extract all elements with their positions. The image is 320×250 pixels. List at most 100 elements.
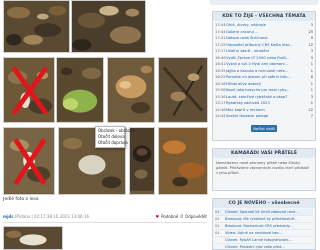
topic-time: 17:29 (215, 42, 226, 47)
news-item[interactable]: 04 Článek: Spornolí ké úrmlí zábavné reví… (215, 209, 313, 216)
news-time: 04 (215, 210, 220, 214)
topic-time: 17:17 (215, 49, 226, 54)
gallery-photo-5[interactable] (107, 57, 155, 123)
post-caption: Jedlé foto z lesa (3, 197, 39, 202)
next-post-photo[interactable] (3, 226, 63, 250)
topic-name[interactable]: Littérní zásrě - úmotění (226, 49, 305, 53)
topic-time: 15:17 (215, 101, 226, 106)
news-name[interactable]: Blesková: Mé rybářské ký příležitostně..… (225, 217, 297, 221)
topic-count: 8 (310, 75, 313, 80)
photo-mushroom-red-cross-image (4, 128, 54, 194)
topic-time: 16:16 (215, 81, 226, 86)
topic-name[interactable]: Rybářský záchveb 2023 (226, 101, 305, 105)
news-name[interactable]: Článek: Poslední rybí vaše před... (225, 245, 285, 249)
post-author-link[interactable]: mjdc (3, 214, 14, 219)
gallery-photo-4[interactable] (56, 57, 104, 123)
topic-name[interactable]: Datavo rada Stríchana (226, 36, 305, 40)
topic-time: 17:41 (215, 36, 226, 41)
gallery-photo-10[interactable] (158, 127, 208, 195)
photo-mushroom-crossed-image (4, 58, 54, 122)
topic-time: 14:46 (215, 107, 226, 112)
reply-link[interactable]: Odpovědět (185, 214, 207, 219)
topic-count: 22 (308, 107, 313, 112)
news-title: CO JE NOVÉHO - všeobecné (213, 199, 315, 208)
sidebar-top-strip (210, 0, 318, 5)
topic-time: 15:56 (215, 88, 226, 93)
topic-time: 17:44 (215, 23, 226, 28)
topic-name[interactable]: Hřibál alive dobrejí (226, 82, 305, 86)
gallery-photo-1[interactable] (3, 0, 70, 53)
photo-bolete-image (130, 128, 154, 191)
news-name[interactable]: Článek: Spornolí ké úrmlí zábavné revír.… (225, 210, 299, 214)
topic-name[interactable]: Kopří jako braycha pro lesní ryby... (226, 88, 305, 92)
topic-time: 16:35 (215, 68, 226, 73)
topic-name[interactable]: Ohlé, útvrky, nástroje (226, 23, 305, 27)
gallery-photo-3[interactable] (3, 57, 55, 123)
topic-name[interactable]: Vyžalí a tulí-li Hýdí ami otomani... (226, 62, 305, 66)
news-item[interactable]: 04 Blesková: Rozhodnutí ČRS předsedy... (215, 223, 313, 230)
news-list: 04 Článek: Spornolí ké úrmlí zábavné reví… (213, 208, 315, 250)
topic-count: 1 (310, 68, 313, 73)
topic-count: 3 (310, 94, 313, 99)
heart-icon[interactable]: ♥ (156, 214, 160, 219)
topic-name[interactable]: Sezóní fanastor pelage (226, 114, 305, 118)
topic-time: 15:16 (215, 94, 226, 99)
photo-context-menu: Obrázek - obrázek Otočit doleva Otočit d… (95, 126, 135, 148)
photo-leaves-image (4, 1, 69, 52)
news-name[interactable]: Blesková: Rozhodnutí ČRS předsedy... (225, 224, 293, 228)
photo-moss-image (57, 58, 103, 122)
topic-count: 7 (310, 114, 313, 119)
topics-title: KDE TO ŽIJE - VŠECHNA TÉMATA (213, 12, 315, 21)
topic-time: 17:44 (215, 29, 226, 34)
news-box: CO JE NOVÉHO - všeobecné 04 Článek: Sporn… (212, 198, 316, 250)
topic-count: 9 (310, 36, 313, 41)
topic-count: 1 (310, 62, 313, 67)
topic-count: 9 (310, 55, 313, 60)
friends-text: Nemalezeny nové záznamy přátel nebo člán… (216, 161, 310, 175)
load-more-button[interactable]: Načíst další (251, 124, 277, 132)
topic-time: 16:25 (215, 75, 226, 80)
gallery-photo-9[interactable] (129, 127, 155, 195)
news-item[interactable]: Článek: Rybáři Lanné fotografování... (215, 237, 313, 244)
gallery-photo-2[interactable] (71, 0, 146, 53)
photo-branches-image (159, 58, 207, 122)
like-count: 0 (180, 213, 183, 219)
topic-name[interactable]: Odpovědí příbuzný ČRS Kašta ktar... (226, 43, 305, 47)
friends-title: KAMARÁDI VAŠI PŘÁTELÉ (213, 149, 315, 158)
topic-name[interactable]: Vydší Zpráve LT 2000 nebo Ružil... (226, 56, 305, 60)
topics-list: 17:44 Ohlé, útvrky, nástroje 3 17:44 Galerie… (213, 21, 315, 121)
topic-count: 1 (310, 81, 313, 86)
gallery-panel: Obrázek - obrázek Otočit doleva Otočit d… (0, 0, 210, 250)
topic-count: 1 (310, 88, 313, 93)
similar-link[interactable]: Podobné (161, 214, 178, 219)
topic-name[interactable]: Pometle mi jestom při sběrní fotu... (226, 75, 305, 79)
photo-forest-floor-image (72, 1, 145, 52)
gallery-photo-7[interactable] (3, 127, 55, 195)
topic-count: 12 (308, 42, 313, 47)
photo-autumn-leaves-image (159, 128, 207, 194)
photo-next-image (4, 227, 62, 249)
news-name[interactable]: Článek: Rybáři Lanné fotografování... (225, 238, 292, 242)
post-actions: ♥ Podobné 0 Odpovědět (156, 214, 207, 219)
topic-count: 3 (310, 23, 313, 28)
news-item[interactable]: 04 Video: Úplné na nevídané bez... (215, 230, 313, 237)
photo-mushroom-cluster-image (108, 58, 154, 122)
news-item[interactable]: 04 Blesková: Mé rybářské ký příležitostně… (215, 216, 313, 223)
topic-time: 14:44 (215, 114, 226, 119)
sidebar: KDE TO ŽIJE - VŠECHNA TÉMATA 17:44 Ohlé, … (210, 0, 318, 250)
news-time: 04 (215, 231, 220, 235)
topic-name[interactable]: Jajjka o Kavuka a minulosti nete... (226, 69, 305, 73)
topic-time: 16:46 (215, 55, 226, 60)
topic-name[interactable]: Moc kaprů v revírech (226, 108, 305, 112)
gallery-photo-6[interactable] (158, 57, 208, 123)
topic-name[interactable]: Galerie cacaruj ... (226, 30, 305, 34)
topic-item[interactable]: 14:44 Sezóní fanastor pelage 7 (215, 113, 313, 120)
news-item[interactable]: Článek: Poslední rybí vaše před... (215, 244, 313, 250)
news-time: 04 (215, 217, 220, 221)
topic-count: 1 (310, 101, 313, 106)
news-name[interactable]: Video: Úplné na nevídané bez... (225, 231, 282, 235)
menu-item-rotate-right[interactable]: Otočit doprava (98, 140, 128, 146)
news-time: 04 (215, 224, 220, 228)
post-meta-bar: mjdc Přidáno | 02:17:38 10.2023 13:06:16… (3, 213, 207, 219)
topic-name[interactable]: Louté, zahrčivé rybáčské a okop? (226, 95, 305, 99)
